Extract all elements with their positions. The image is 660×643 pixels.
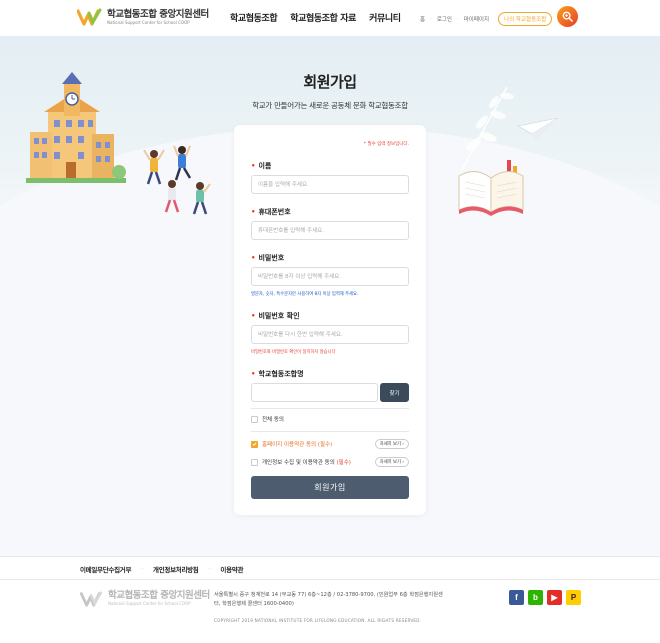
utility-menu: 홈 · 로그인 · 마이페이지 나의 학교협동조합 bbox=[420, 12, 553, 26]
site-footer: 학교협동조합 중앙지원센터 National Support Center fo… bbox=[0, 581, 660, 643]
coop-name-label: • 학교협동조합명 bbox=[251, 370, 304, 378]
youtube-icon[interactable]: ▶ bbox=[547, 590, 562, 605]
coop-name-input[interactable] bbox=[251, 383, 378, 402]
footer-links-bar: 이메일무단수집거부 · 개인정보처리방침 · 이용약관 bbox=[0, 556, 660, 580]
logo-subtitle: National Support Center for School COOP bbox=[107, 19, 190, 25]
site-logo[interactable]: 학교협동조합 중앙지원센터 National Support Center fo… bbox=[76, 8, 209, 26]
agree-privacy-checkbox[interactable] bbox=[251, 458, 258, 466]
checkmark-icon bbox=[252, 442, 257, 446]
agree-privacy-label: 개인정보 수집 및 이용약관 동의 (필수) bbox=[262, 460, 351, 466]
footer-link-email-refusal[interactable]: 이메일무단수집거부 bbox=[80, 564, 131, 574]
chevron-right-icon: › bbox=[402, 442, 404, 447]
site-header: 학교협동조합 중앙지원센터 National Support Center fo… bbox=[0, 0, 660, 36]
login-link[interactable]: 로그인 bbox=[437, 15, 452, 23]
required-note: * 필수 입력 정보입니다. bbox=[363, 142, 409, 147]
home-link[interactable]: 홈 bbox=[420, 15, 425, 23]
agree-privacy-row[interactable]: 개인정보 수집 및 이용약관 동의 (필수) 자세히 보기 › bbox=[251, 457, 409, 467]
nav-item-coop-resources[interactable]: 학교협동조합 자료 bbox=[290, 11, 356, 24]
agree-all-row[interactable]: 전체 동의 bbox=[251, 415, 409, 423]
logo-title: 학교협동조합 중앙지원센터 bbox=[107, 8, 209, 20]
find-coop-button[interactable]: 찾기 bbox=[380, 383, 409, 402]
chevron-right-icon: › bbox=[402, 460, 404, 465]
search-icon bbox=[562, 11, 573, 22]
password-hint: 영문자, 숫자, 특수문자만 사용하여 8자 이상 입력해 주세요. bbox=[251, 292, 359, 297]
footer-logo-mark-icon bbox=[80, 590, 103, 607]
signup-form-card: * 필수 입력 정보입니다. •이름 •휴대폰번호 •비밀번호 영문자, 숫자,… bbox=[234, 125, 426, 515]
sns-links: f b ▶ P bbox=[509, 590, 581, 605]
password-input[interactable] bbox=[251, 267, 409, 286]
signup-section: 회원가입 학교가 만들어가는 새로운 공동체 문화 학교협동조합 * 필수 입력… bbox=[0, 36, 660, 556]
my-coop-button[interactable]: 나의 학교협동조합 bbox=[498, 12, 553, 26]
open-book-illustration bbox=[458, 160, 524, 216]
search-button[interactable] bbox=[557, 6, 578, 27]
children-illustration bbox=[143, 145, 211, 215]
agree-all-checkbox[interactable] bbox=[251, 415, 258, 423]
agree-terms-checkbox[interactable] bbox=[251, 440, 258, 448]
privacy-detail-button[interactable]: 자세히 보기 › bbox=[374, 457, 409, 467]
phone-input[interactable] bbox=[251, 221, 409, 240]
footer-logo-title: 학교협동조합 중앙지원센터 bbox=[108, 590, 210, 601]
footer-link-privacy-policy[interactable]: 개인정보처리방침 bbox=[153, 564, 199, 574]
footer-separator: · bbox=[208, 565, 211, 573]
blog-icon[interactable]: b bbox=[528, 590, 543, 605]
footer-copyright: COPYRIGHT 2019 NATIONAL INSTITUTE FOR LI… bbox=[214, 618, 422, 623]
phone-label: • 휴대폰번호 bbox=[251, 208, 291, 216]
page-title: 회원가입 bbox=[303, 73, 357, 91]
footer-separator: · bbox=[141, 565, 144, 573]
signup-submit-button[interactable]: 회원가입 bbox=[251, 476, 409, 499]
footer-logo: 학교협동조합 중앙지원센터 National Support Center fo… bbox=[80, 590, 210, 607]
nav-item-community[interactable]: 커뮤니티 bbox=[369, 11, 401, 24]
name-label: • 이름 bbox=[251, 162, 272, 170]
logo-mark-icon bbox=[76, 8, 103, 26]
paper-plane-illustration bbox=[518, 118, 558, 140]
page-subtitle: 학교가 만들어가는 새로운 공동체 문화 학교협동조합 bbox=[252, 101, 408, 110]
password-label: • 비밀번호 bbox=[251, 254, 285, 262]
terms-detail-button[interactable]: 자세히 보기 › bbox=[374, 439, 409, 449]
form-divider bbox=[251, 408, 409, 409]
agree-all-label: 전체 동의 bbox=[262, 417, 284, 423]
main-nav: 학교협동조합 학교협동조합 자료 커뮤니티 bbox=[230, 11, 401, 24]
agree-terms-label: 홈페이지 이용약관 동의 (필수) bbox=[262, 442, 333, 448]
facebook-icon[interactable]: f bbox=[509, 590, 524, 605]
footer-address: 서울특별시 중구 청계천로 14 (무교동 77) 6층~12층 / 02-37… bbox=[214, 592, 443, 607]
util-separator: · bbox=[457, 16, 459, 22]
mypage-link[interactable]: 마이페이지 bbox=[464, 15, 489, 23]
password-confirm-label: • 비밀번호 확인 bbox=[251, 312, 300, 320]
agree-terms-row[interactable]: 홈페이지 이용약관 동의 (필수) 자세히 보기 › bbox=[251, 439, 409, 449]
password-confirm-input[interactable] bbox=[251, 325, 409, 344]
footer-link-terms[interactable]: 이용약관 bbox=[220, 564, 243, 574]
form-divider bbox=[251, 431, 409, 432]
nav-item-school-coop[interactable]: 학교협동조합 bbox=[230, 11, 278, 24]
password-confirm-error: 비밀번호와 비밀번호 확인이 일치하지 않습니다 bbox=[251, 350, 336, 355]
name-input[interactable] bbox=[251, 175, 409, 194]
footer-logo-subtitle: National Support Center for School COOP bbox=[108, 601, 191, 606]
kakao-story-icon[interactable]: P bbox=[566, 590, 581, 605]
util-separator: · bbox=[430, 16, 432, 22]
